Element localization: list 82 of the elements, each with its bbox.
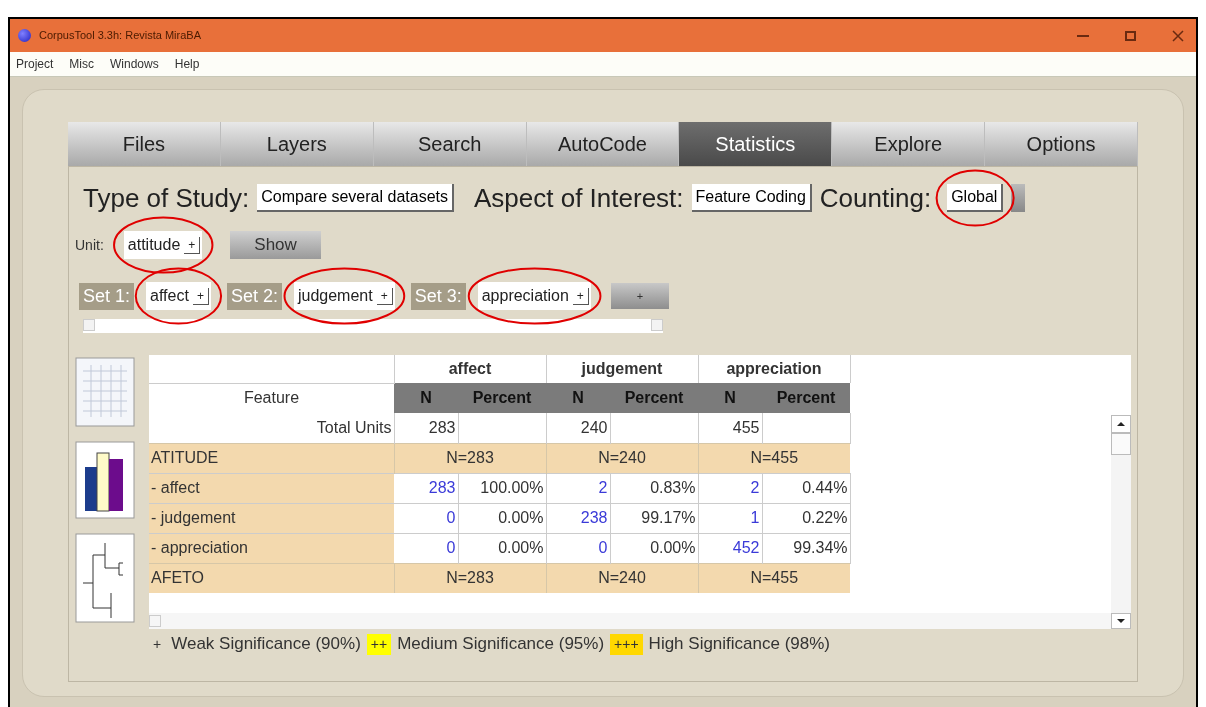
table-cell: N=240 bbox=[546, 443, 698, 473]
menu-item[interactable]: Project bbox=[16, 55, 54, 73]
dropdown-caret[interactable]: + bbox=[184, 236, 201, 254]
category-label: AFETO bbox=[149, 563, 394, 593]
scroll-up-icon[interactable] bbox=[1111, 415, 1131, 433]
app-logo-icon bbox=[18, 29, 31, 42]
aspect-of-interest-dropdown[interactable]: Feature Coding bbox=[691, 184, 812, 212]
table-cell: 455 bbox=[698, 413, 762, 443]
column-header: N bbox=[546, 383, 610, 413]
dropdown-caret[interactable]: + bbox=[572, 287, 589, 305]
close-icon[interactable] bbox=[1172, 29, 1184, 42]
window-title: CorpusTool 3.3h: Revista MiraBA bbox=[39, 28, 201, 44]
legend-text: Medium Significance (95%) bbox=[397, 633, 605, 656]
set-label: Set 2: bbox=[226, 282, 282, 310]
table-cell: N=240 bbox=[546, 563, 698, 593]
tree-icon[interactable] bbox=[75, 533, 135, 623]
scroll-thumb[interactable] bbox=[1111, 433, 1131, 455]
table-cell: N=455 bbox=[698, 443, 850, 473]
table-cell: 240 bbox=[546, 413, 610, 443]
legend-text: Weak Significance (90%) bbox=[171, 633, 361, 656]
row-label: Total Units bbox=[149, 413, 394, 443]
menu-item[interactable]: Help bbox=[174, 55, 200, 73]
table-cell: 1 bbox=[698, 503, 762, 533]
table-cell: 0.22% bbox=[762, 503, 850, 533]
table-cell: 283 bbox=[394, 473, 458, 503]
table-cell: 0.00% bbox=[458, 503, 546, 533]
counting-label: Counting: bbox=[819, 181, 932, 215]
unit-dropdown[interactable]: attitude + bbox=[123, 231, 203, 259]
set-dropdown[interactable]: appreciation + bbox=[477, 282, 591, 310]
table-cell: N=283 bbox=[394, 563, 546, 593]
dropdown-caret[interactable]: + bbox=[192, 287, 209, 305]
horizontal-scrollbar[interactable] bbox=[149, 613, 1131, 629]
legend-text: High Significance (98%) bbox=[648, 633, 831, 656]
feature-label: - judgement bbox=[149, 503, 394, 533]
minimize-icon[interactable] bbox=[1077, 34, 1089, 37]
feature-label: - affect bbox=[149, 473, 394, 503]
table-cell: 0 bbox=[394, 503, 458, 533]
unit-label: Unit: bbox=[75, 235, 104, 255]
table-cell: N=283 bbox=[394, 443, 546, 473]
type-of-study-dropdown[interactable]: Compare several datasets bbox=[257, 184, 454, 212]
feature-label: - appreciation bbox=[149, 533, 394, 563]
table-cell: 238 bbox=[546, 503, 610, 533]
scroll-down-icon[interactable] bbox=[1111, 613, 1131, 629]
table-cell: 2 bbox=[698, 473, 762, 503]
table-cell: 2 bbox=[546, 473, 610, 503]
table-cell: 0.44% bbox=[762, 473, 850, 503]
table-cell: 99.17% bbox=[610, 503, 698, 533]
significance-mark: ++ bbox=[366, 633, 392, 655]
table-cell: N=455 bbox=[698, 563, 850, 593]
table-cell: 0.00% bbox=[458, 533, 546, 563]
tab[interactable]: Statistics bbox=[679, 122, 833, 166]
maximize-icon[interactable] bbox=[1125, 30, 1136, 41]
column-header: Percent bbox=[610, 383, 698, 413]
column-header: N bbox=[698, 383, 762, 413]
table-cell: 0 bbox=[394, 533, 458, 563]
set-dropdown[interactable]: judgement + bbox=[293, 282, 395, 310]
significance-mark: + bbox=[152, 634, 163, 654]
type-of-study-label: Type of Study: bbox=[83, 181, 250, 215]
set-label: Set 1: bbox=[79, 282, 135, 310]
set-dropdown[interactable]: affect + bbox=[146, 282, 211, 310]
column-header: N bbox=[394, 383, 458, 413]
add-set-button[interactable]: + bbox=[610, 283, 669, 309]
aspect-of-interest-label: Aspect of Interest: bbox=[474, 181, 684, 215]
set-label: Set 3: bbox=[410, 282, 466, 310]
show-button[interactable]: Show bbox=[230, 231, 321, 259]
dropdown-caret[interactable]: + bbox=[376, 287, 393, 305]
table-cell: 0 bbox=[546, 533, 610, 563]
table-cell: 99.34% bbox=[762, 533, 850, 563]
category-label: ATITUDE bbox=[149, 443, 394, 473]
column-header: Percent bbox=[458, 383, 546, 413]
menu-item[interactable]: Windows bbox=[110, 55, 159, 73]
vertical-scrollbar[interactable] bbox=[1111, 415, 1131, 613]
table-cell: 0.83% bbox=[610, 473, 698, 503]
table-cell: 283 bbox=[394, 413, 458, 443]
bar-chart-icon[interactable] bbox=[75, 441, 135, 519]
table-cell: 0.00% bbox=[610, 533, 698, 563]
significance-mark: +++ bbox=[610, 633, 643, 655]
menu-item[interactable]: Misc bbox=[69, 55, 95, 73]
table-cell: 452 bbox=[698, 533, 762, 563]
column-header: Percent bbox=[762, 383, 850, 413]
counting-dropdown[interactable]: Global bbox=[947, 184, 1004, 212]
table-cell: 100.00% bbox=[458, 473, 546, 503]
